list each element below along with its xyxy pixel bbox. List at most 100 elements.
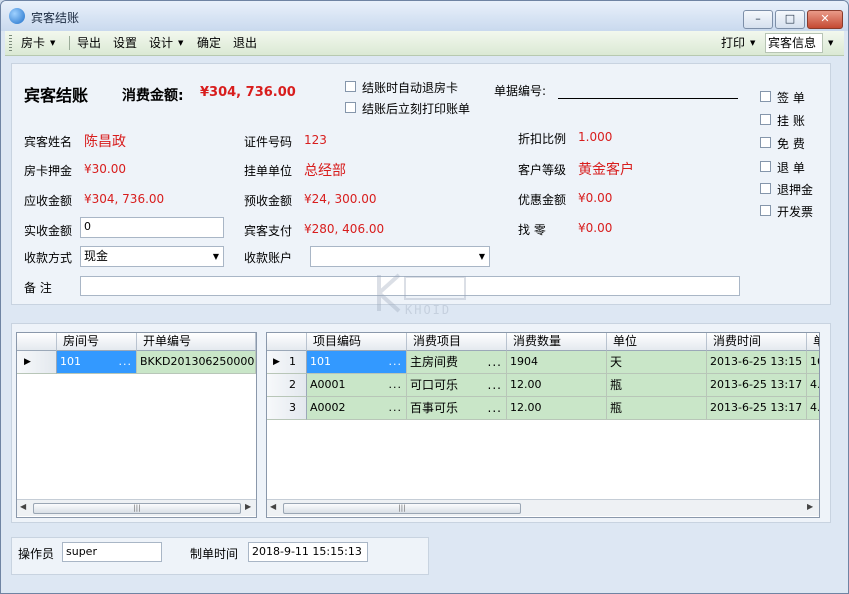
consumption-grid-hscrollbar[interactable]: ◀ ||| ▶ bbox=[267, 499, 819, 516]
option-checkbox-refund-deposit[interactable] bbox=[760, 183, 771, 194]
cell-item-name-text: 主房间费 bbox=[410, 355, 459, 369]
option-checkbox-sign[interactable] bbox=[760, 91, 771, 102]
print-label: 打印 bbox=[721, 36, 746, 50]
pay-method-select[interactable]: 现金 ▼ bbox=[80, 246, 224, 267]
cell-item-code[interactable]: A0001... bbox=[307, 374, 407, 397]
chevron-down-icon: ▼ bbox=[828, 39, 834, 47]
cell-room-no-text: 101 bbox=[60, 355, 81, 368]
guest-pay-label: 宾客支付 bbox=[244, 224, 293, 238]
scroll-thumb[interactable]: ||| bbox=[283, 503, 521, 514]
doc-no-field bbox=[558, 98, 738, 99]
chevron-down-icon: ▼ bbox=[212, 252, 219, 261]
row-number: 1 bbox=[289, 355, 296, 368]
guest-info-label: 宾客信息 bbox=[768, 36, 817, 50]
column-header-quantity[interactable]: 消费数量 bbox=[507, 333, 607, 351]
actual-amount-input[interactable]: 0 bbox=[80, 217, 224, 238]
ellipsis-icon: ... bbox=[388, 401, 402, 414]
room-card-label: 房卡 bbox=[21, 36, 46, 50]
confirm-button[interactable]: 确定 bbox=[197, 35, 221, 51]
ellipsis-icon: ... bbox=[487, 355, 502, 369]
scroll-left-icon[interactable]: ◀ bbox=[270, 502, 276, 511]
column-header-unit[interactable]: 单位 bbox=[607, 333, 707, 351]
export-button[interactable]: 导出 bbox=[77, 35, 101, 51]
print-after-checkout-label: 结账后立刻打印账单 bbox=[362, 102, 471, 116]
cell-item-code[interactable]: A0002... bbox=[307, 397, 407, 420]
change-label: 找 零 bbox=[518, 223, 546, 237]
cell-order-no[interactable]: BKKD201306250000... bbox=[137, 351, 256, 374]
current-row-icon: ▶ bbox=[273, 357, 280, 367]
app-icon bbox=[9, 8, 25, 24]
option-checkbox-cancel[interactable] bbox=[760, 161, 771, 172]
exit-button[interactable]: 退出 bbox=[233, 35, 257, 51]
cell-item-code-text: 101 bbox=[310, 355, 331, 368]
cell-item-name[interactable]: 可口可乐... bbox=[407, 374, 507, 397]
row-number: 3 bbox=[289, 401, 296, 414]
cell-item-name[interactable]: 主房间费... bbox=[407, 351, 507, 374]
cell-item-name-text: 可口可乐 bbox=[410, 378, 459, 392]
scroll-right-icon[interactable]: ▶ bbox=[807, 502, 813, 511]
column-header-order-no[interactable]: 开单编号 bbox=[137, 333, 256, 351]
row-indicator: ▶ 1 bbox=[267, 351, 307, 374]
room-grid-hscrollbar[interactable]: ◀ ||| ▶ bbox=[17, 499, 256, 516]
change-value: ¥0.00 bbox=[578, 221, 613, 235]
doc-time-field[interactable]: 2018-9-11 15:15:13 bbox=[248, 542, 368, 562]
cell-time[interactable]: 2013-6-25 13:15 bbox=[707, 351, 807, 374]
scroll-left-icon[interactable]: ◀ bbox=[20, 502, 26, 511]
account-label: 收款账户 bbox=[244, 251, 293, 265]
account-select[interactable]: ▼ bbox=[310, 246, 490, 267]
scroll-right-icon[interactable]: ▶ bbox=[245, 502, 251, 511]
cell-item-code[interactable]: 101... bbox=[307, 351, 407, 374]
consumption-value: ¥304, 736.00 bbox=[200, 85, 296, 100]
cell-unit[interactable]: 天 bbox=[607, 351, 707, 374]
pay-method-label: 收款方式 bbox=[24, 251, 73, 265]
design-label: 设计 bbox=[149, 36, 174, 50]
cell-price[interactable]: 4. bbox=[807, 374, 819, 397]
scroll-thumb[interactable]: ||| bbox=[33, 503, 241, 514]
operator-field[interactable]: super bbox=[62, 542, 162, 562]
room-card-menu[interactable]: 房卡 ▼ bbox=[21, 35, 55, 51]
settings-button[interactable]: 设置 bbox=[113, 35, 137, 51]
consumption-grid: 项目编码 消费项目 消费数量 单位 消费时间 单 ▶ 1 101... 主房间费… bbox=[266, 332, 820, 518]
cell-room-no[interactable]: 101... bbox=[57, 351, 137, 374]
minimize-button[interactable]: – bbox=[743, 10, 773, 29]
option-label-sign: 签 单 bbox=[777, 91, 805, 105]
doc-no-label: 单据编号: bbox=[494, 84, 547, 98]
print-after-checkout-checkbox[interactable] bbox=[345, 102, 356, 113]
guest-info-dropdown[interactable]: ▼ bbox=[828, 35, 833, 51]
actual-amount-label: 实收金额 bbox=[24, 224, 73, 238]
column-header-time[interactable]: 消费时间 bbox=[707, 333, 807, 351]
cell-unit[interactable]: 瓶 bbox=[607, 397, 707, 420]
id-no-value: 123 bbox=[304, 133, 327, 147]
cell-quantity[interactable]: 12.00 bbox=[507, 374, 607, 397]
cell-price[interactable]: 4. bbox=[807, 397, 819, 420]
cell-time[interactable]: 2013-6-25 13:17 bbox=[707, 397, 807, 420]
guest-info-combo[interactable]: 宾客信息 bbox=[765, 33, 823, 53]
cell-quantity[interactable]: 12.00 bbox=[507, 397, 607, 420]
row-number: 2 bbox=[289, 378, 296, 391]
auto-return-card-checkbox[interactable] bbox=[345, 81, 356, 92]
grids-panel: 房间号 开单编号 ▶ 101... BKKD201306250000... ◀ … bbox=[11, 323, 831, 523]
column-header-price[interactable]: 单 bbox=[807, 333, 819, 351]
current-row-icon: ▶ bbox=[24, 357, 31, 367]
row-header-corner bbox=[267, 333, 307, 351]
maximize-button[interactable]: □ bbox=[775, 10, 805, 29]
close-button[interactable]: ✕ bbox=[807, 10, 843, 29]
option-checkbox-free[interactable] bbox=[760, 137, 771, 148]
column-header-item-name[interactable]: 消费项目 bbox=[407, 333, 507, 351]
unit-label: 挂单单位 bbox=[244, 164, 293, 178]
watermark-text: KHOID bbox=[405, 303, 452, 317]
cell-unit[interactable]: 瓶 bbox=[607, 374, 707, 397]
option-checkbox-credit[interactable] bbox=[760, 114, 771, 125]
cell-quantity[interactable]: 1904 bbox=[507, 351, 607, 374]
pay-method-value: 现金 bbox=[84, 249, 109, 263]
design-menu[interactable]: 设计 ▼ bbox=[149, 35, 183, 51]
column-header-room-no[interactable]: 房间号 bbox=[57, 333, 137, 351]
cell-item-code-text: A0001 bbox=[310, 378, 346, 391]
toolbar-grip[interactable] bbox=[9, 35, 12, 51]
option-checkbox-invoice[interactable] bbox=[760, 205, 771, 216]
column-header-item-code[interactable]: 项目编码 bbox=[307, 333, 407, 351]
print-menu[interactable]: 打印 ▼ bbox=[721, 35, 755, 51]
cell-item-name[interactable]: 百事可乐... bbox=[407, 397, 507, 420]
cell-time[interactable]: 2013-6-25 13:17 bbox=[707, 374, 807, 397]
cell-price[interactable]: 16 bbox=[807, 351, 819, 374]
